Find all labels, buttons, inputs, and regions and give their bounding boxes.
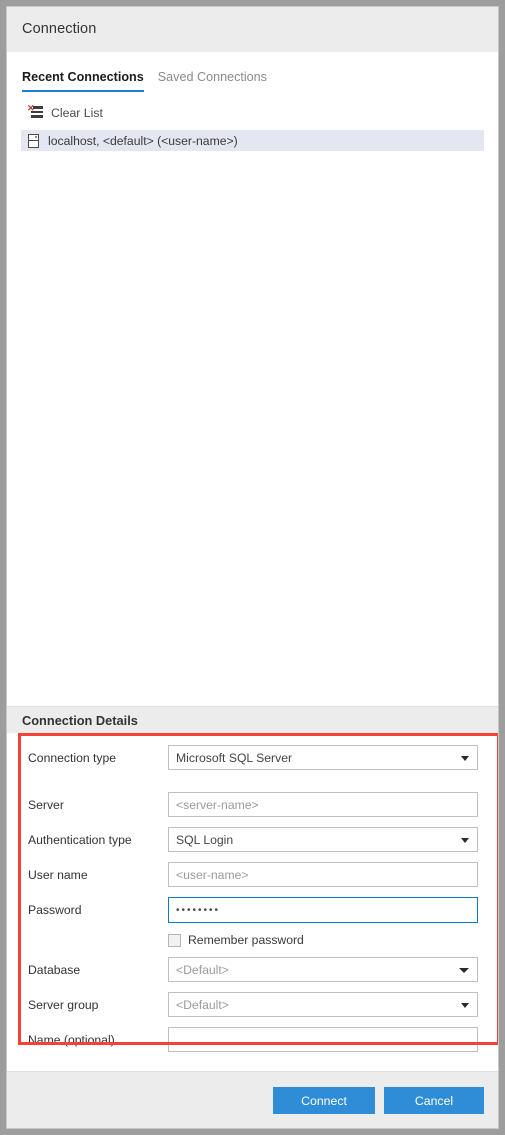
recent-connections-list: ✕ Clear List localhost, <default> (<user…: [7, 92, 498, 706]
name-optional-label: Name (optional): [28, 1032, 115, 1047]
chevron-down-icon: [461, 1002, 469, 1008]
database-label: Database: [28, 962, 81, 977]
server-group-select[interactable]: <Default>: [168, 992, 478, 1017]
connection-details-title: Connection Details: [22, 712, 138, 728]
field-row-server-group: Server group <Default>: [7, 992, 498, 1017]
field-row-server: Server <server-name>: [7, 792, 498, 817]
field-row-user-name: User name <user-name>: [7, 862, 498, 887]
tab-recent-connections[interactable]: Recent Connections: [22, 70, 144, 92]
database-select[interactable]: <Default>: [168, 957, 478, 982]
user-name-input[interactable]: <user-name>: [168, 862, 478, 887]
clear-list-label: Clear List: [51, 106, 103, 120]
authentication-type-label: Authentication type: [28, 832, 132, 847]
server-icon: [28, 133, 39, 148]
password-input[interactable]: ••••••••: [168, 897, 478, 923]
field-row-name-optional: Name (optional): [7, 1027, 498, 1052]
user-name-label: User name: [28, 867, 88, 882]
connect-button[interactable]: Connect: [273, 1086, 375, 1114]
tab-saved-connections[interactable]: Saved Connections: [158, 70, 267, 92]
remember-password-label[interactable]: Remember password: [188, 933, 304, 947]
field-row-authentication-type: Authentication type SQL Login: [7, 827, 498, 852]
connection-type-value: Microsoft SQL Server: [176, 750, 293, 765]
remember-password-row: Remember password: [7, 933, 498, 947]
screenshot-root: Connection Recent Connections Saved Conn…: [0, 0, 505, 1135]
dialog-titlebar: Connection: [7, 7, 498, 52]
password-value: ••••••••: [176, 904, 221, 916]
dialog-title: Connection: [22, 21, 97, 37]
connection-type-label: Connection type: [28, 750, 117, 765]
password-label: Password: [28, 903, 82, 917]
field-row-database: Database <Default>: [7, 957, 498, 982]
database-value: <Default>: [176, 962, 229, 977]
connection-type-select[interactable]: Microsoft SQL Server: [168, 745, 478, 770]
tab-bar: Recent Connections Saved Connections: [7, 52, 498, 92]
connection-details-form: Connection type Microsoft SQL Server Ser…: [7, 733, 498, 1052]
server-value: <server-name>: [176, 797, 259, 812]
chevron-down-icon: [459, 967, 469, 973]
clear-list-button[interactable]: ✕ Clear List: [7, 102, 498, 124]
clear-list-icon: ✕: [27, 104, 43, 120]
field-row-connection-type: Connection type Microsoft SQL Server: [7, 745, 498, 770]
authentication-type-value: SQL Login: [176, 832, 234, 847]
server-group-value: <Default>: [176, 997, 229, 1012]
cancel-button[interactable]: Cancel: [384, 1086, 484, 1114]
name-optional-input[interactable]: [168, 1027, 478, 1052]
connection-dialog: Connection Recent Connections Saved Conn…: [6, 6, 499, 1129]
field-row-password: Password ••••••••: [7, 897, 498, 923]
chevron-down-icon: [461, 837, 469, 843]
user-name-value: <user-name>: [176, 867, 249, 882]
list-item[interactable]: localhost, <default> (<user-name>): [21, 130, 484, 151]
dialog-footer: Connect Cancel: [7, 1071, 498, 1128]
server-label: Server: [28, 797, 64, 812]
remember-password-checkbox[interactable]: [168, 933, 181, 947]
server-input[interactable]: <server-name>: [168, 792, 478, 817]
chevron-down-icon: [461, 755, 469, 761]
connection-details-header: Connection Details: [7, 706, 498, 733]
list-item-label: localhost, <default> (<user-name>): [48, 133, 238, 148]
server-group-label: Server group: [28, 997, 99, 1012]
authentication-type-select[interactable]: SQL Login: [168, 827, 478, 852]
